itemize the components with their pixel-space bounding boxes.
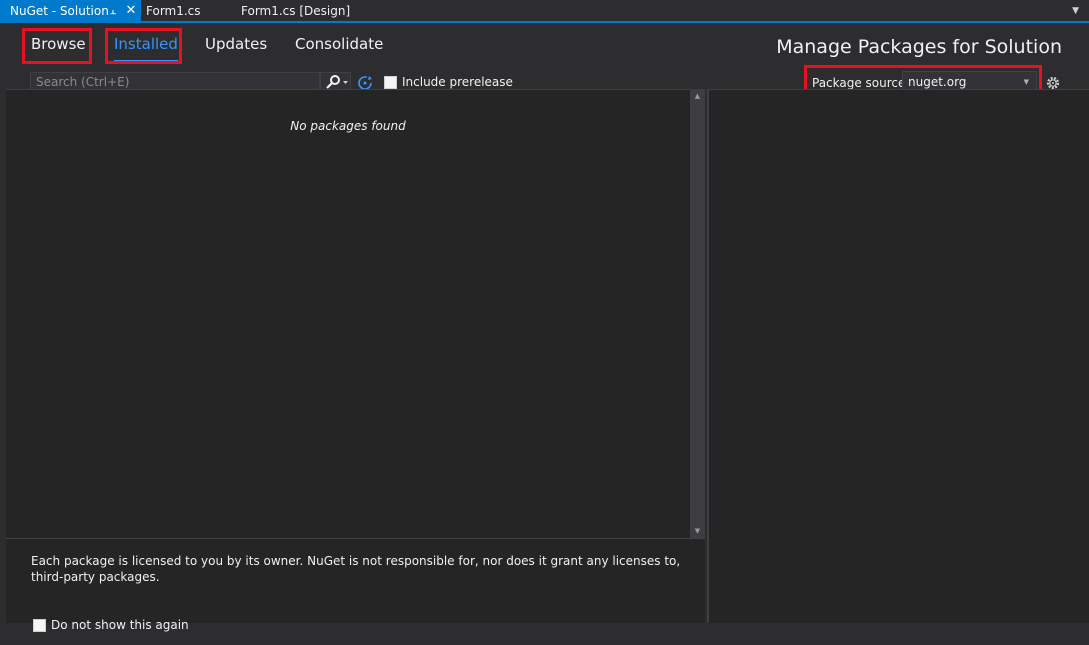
active-tab-underline	[114, 60, 178, 62]
close-icon[interactable]: ✕	[124, 0, 138, 22]
tab-form1-cs[interactable]: Form1.cs	[146, 0, 201, 22]
pin-icon[interactable]: ⫠	[106, 0, 120, 22]
tab-updates[interactable]: Updates	[205, 35, 267, 53]
tab-consolidate[interactable]: Consolidate	[295, 35, 383, 53]
package-source-value: nuget.org	[908, 75, 967, 89]
scroll-down-icon[interactable]: ▼	[690, 524, 705, 538]
list-footer-divider	[6, 538, 705, 539]
tab-installed-label: Installed	[114, 35, 178, 53]
tab-updates-label: Updates	[205, 35, 268, 53]
package-list-pane	[6, 89, 705, 623]
scroll-up-icon[interactable]: ▲	[690, 89, 705, 103]
tab-nuget-solution[interactable]: NuGet - Solution ⫠ ✕	[0, 0, 141, 22]
search-input[interactable]	[36, 75, 316, 89]
document-tab-strip: NuGet - Solution ⫠ ✕ Form1.cs Form1.cs […	[0, 0, 1089, 23]
empty-list-message: No packages found	[290, 119, 406, 133]
tab-consolidate-label: Consolidate	[295, 35, 384, 53]
tab-browse-label: Browse	[31, 35, 86, 53]
tab-installed[interactable]: Installed	[114, 35, 178, 62]
include-prerelease-checkbox[interactable]	[384, 76, 397, 89]
do-not-show-checkbox[interactable]	[33, 619, 46, 632]
page-title: Manage Packages for Solution	[776, 36, 1062, 58]
license-notice: Each package is licensed to you by its o…	[31, 554, 681, 584]
vertical-scrollbar[interactable]: ▲ ▼	[690, 89, 705, 538]
tab-form1-cs-design[interactable]: Form1.cs [Design]	[241, 0, 350, 22]
package-source-label: Package source:	[812, 76, 910, 90]
tab-browse[interactable]: Browse	[31, 35, 86, 53]
tab-overflow-chevron-down-icon[interactable]: ▼	[1072, 0, 1079, 22]
do-not-show-label: Do not show this again	[51, 618, 189, 632]
include-prerelease-label: Include prerelease	[402, 75, 513, 89]
package-details-pane	[709, 89, 1089, 623]
tab-label: NuGet - Solution	[10, 4, 109, 18]
